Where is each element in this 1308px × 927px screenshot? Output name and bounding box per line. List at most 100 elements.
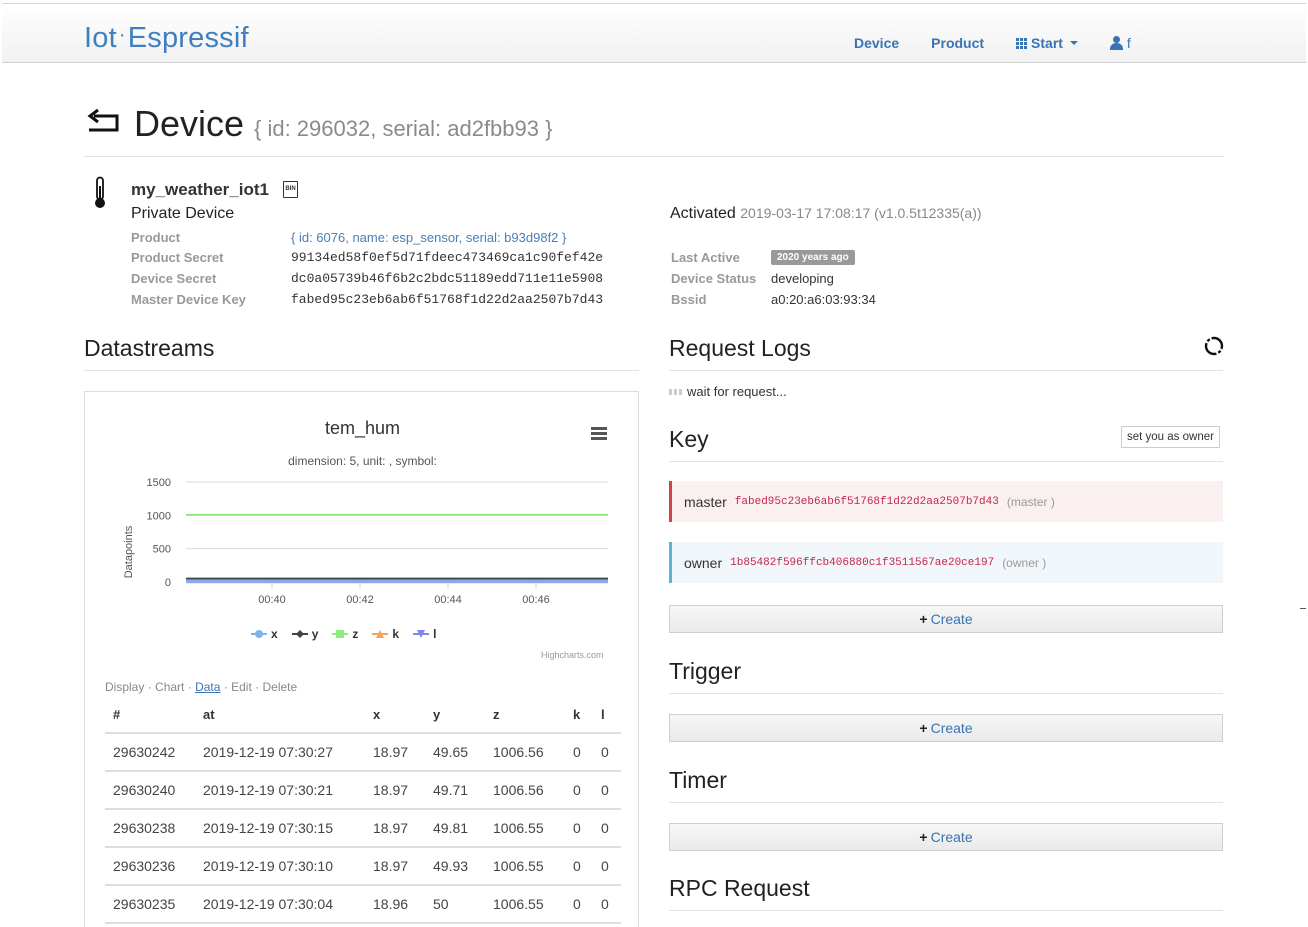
last-active-badge: 2020 years ago bbox=[771, 250, 855, 265]
legend-item-z[interactable]: z bbox=[332, 627, 358, 641]
col-header: k bbox=[565, 697, 593, 734]
product-label: Product bbox=[131, 230, 181, 245]
legend-label: x bbox=[271, 627, 278, 641]
bin-file-icon[interactable]: BIN bbox=[283, 181, 298, 198]
legend-label: y bbox=[311, 627, 319, 641]
tab-edit[interactable]: Edit bbox=[231, 680, 252, 694]
bssid-value: a0:20:a6:03:93:34 bbox=[771, 292, 876, 307]
table-row[interactable]: 29630240 2019-12-19 07:30:21 18.97 49.71 100… bbox=[105, 771, 621, 810]
table-cell: 1006.56 bbox=[485, 733, 565, 772]
table-cell: 0 bbox=[593, 847, 621, 886]
table-cell: 2019-12-19 07:30:04 bbox=[195, 885, 365, 924]
divider bbox=[84, 370, 639, 371]
table-row[interactable]: 29630235 2019-12-19 07:30:04 18.96 50 1006.5… bbox=[105, 885, 621, 924]
legend-item-x[interactable]: x bbox=[251, 627, 278, 641]
col-header: # bbox=[105, 697, 195, 734]
divider bbox=[669, 693, 1223, 694]
device-status-value: developing bbox=[771, 271, 834, 286]
nav-product-link[interactable]: Product bbox=[931, 35, 984, 51]
x-tick-label: 00:44 bbox=[434, 594, 462, 606]
chart-legend: x y z kl bbox=[251, 627, 436, 641]
tab-delete[interactable]: Delete bbox=[263, 680, 298, 694]
table-header-row: # at x y z k l bbox=[105, 697, 621, 734]
activated-info: Activated 2019-03-17 17:08:17 (v1.0.5t12… bbox=[670, 205, 982, 223]
y-tick-label: 1000 bbox=[147, 510, 171, 522]
thermometer-icon bbox=[95, 176, 105, 208]
legend-item-y[interactable]: y bbox=[291, 627, 319, 641]
table-cell: 2019-12-19 07:30:27 bbox=[195, 733, 365, 772]
create-key-button[interactable]: + Create bbox=[669, 605, 1223, 633]
table-cell: 18.97 bbox=[365, 733, 425, 772]
x-tick-label: 00:40 bbox=[258, 594, 286, 606]
table-cell: 0 bbox=[565, 771, 593, 810]
table-cell: 1006.55 bbox=[485, 809, 565, 848]
y-tick-label: 0 bbox=[165, 577, 171, 589]
tab-display[interactable]: Display bbox=[105, 680, 144, 694]
bssid-label: Bssid bbox=[671, 292, 707, 307]
owner-key-role: (owner ) bbox=[1002, 555, 1047, 570]
table-cell: 1006.55 bbox=[485, 885, 565, 924]
divider bbox=[669, 802, 1223, 803]
table-cell: 2019-12-19 07:30:10 bbox=[195, 847, 365, 886]
set-owner-button[interactable]: set you as owner bbox=[1121, 426, 1220, 448]
x-tick-label: 00:42 bbox=[346, 594, 374, 606]
brand-logo[interactable]: Iot ·Espressif bbox=[84, 22, 249, 55]
page-title: Device bbox=[134, 103, 245, 144]
tab-separator: · bbox=[223, 680, 228, 694]
table-row[interactable]: 29630238 2019-12-19 07:30:15 18.97 49.81 100… bbox=[105, 809, 621, 848]
highcharts-credit[interactable]: Highcharts.com bbox=[541, 650, 604, 660]
legend-item-k[interactable]: k bbox=[372, 627, 399, 641]
table-cell: 18.97 bbox=[365, 809, 425, 848]
page-subtitle: { id: 296032, serial: ad2fbb93 } bbox=[254, 116, 553, 141]
last-active-label: Last Active bbox=[671, 250, 740, 265]
divider bbox=[669, 910, 1223, 911]
create-timer-button[interactable]: + Create bbox=[669, 823, 1223, 851]
tab-separator: · bbox=[147, 680, 152, 694]
table-row[interactable]: 29630236 2019-12-19 07:30:10 18.97 49.93 100… bbox=[105, 847, 621, 886]
tab-separator: · bbox=[255, 680, 260, 694]
table-cell: 50 bbox=[425, 885, 485, 924]
col-header: z bbox=[485, 697, 565, 734]
trigger-heading: Trigger bbox=[669, 658, 741, 684]
create-label: Create bbox=[930, 720, 973, 736]
request-log-status: wait for request... bbox=[669, 384, 787, 399]
nav-device-link[interactable]: Device bbox=[854, 35, 899, 51]
device-status-label: Device Status bbox=[671, 271, 757, 286]
nav-user-name: f bbox=[1126, 35, 1131, 51]
table-cell: 49.93 bbox=[425, 847, 485, 886]
tab-chart[interactable]: Chart bbox=[155, 680, 184, 694]
legend-item-l[interactable]: l bbox=[413, 627, 436, 641]
product-link[interactable]: { id: 6076, name: esp_sensor, serial: b9… bbox=[291, 230, 566, 245]
activated-meta: 2019-03-17 17:08:17 (v1.0.5t12335(a)) bbox=[740, 205, 982, 221]
legend-label: k bbox=[392, 627, 400, 641]
nav-user-dropdown[interactable]: f bbox=[1109, 35, 1131, 51]
table-cell: 18.97 bbox=[365, 771, 425, 810]
create-trigger-button[interactable]: + Create bbox=[669, 714, 1223, 742]
bin-label: BIN bbox=[285, 186, 296, 192]
product-secret-value: 99134ed58f0ef5d71fdeec473469ca1c90fef42e bbox=[291, 250, 604, 265]
master-key-value: fabed95c23eb6ab6f51768f1d22d2aa2507b7d43 bbox=[291, 292, 604, 307]
device-name: my_weather_iot1 bbox=[131, 180, 269, 199]
plus-icon: + bbox=[919, 829, 928, 845]
back-arrow-icon[interactable] bbox=[86, 108, 122, 140]
nav-menu: Device Product Start f bbox=[854, 35, 1163, 51]
nav-start-dropdown[interactable]: Start bbox=[1016, 35, 1078, 51]
table-cell: 29630242 bbox=[105, 733, 195, 772]
master-key-role: (master ) bbox=[1006, 494, 1055, 509]
edge-mark bbox=[1300, 608, 1306, 609]
top-navbar: Iot ·Espressif Device Product Start f bbox=[2, 3, 1306, 63]
create-label: Create bbox=[930, 611, 973, 627]
divider bbox=[669, 370, 1223, 371]
table-cell: 1006.55 bbox=[485, 847, 565, 886]
table-cell: 29630236 bbox=[105, 847, 195, 886]
col-header: x bbox=[365, 697, 425, 734]
tab-data[interactable]: Data bbox=[195, 680, 220, 694]
device-type: Private Device bbox=[131, 205, 235, 222]
table-cell: 49.71 bbox=[425, 771, 485, 810]
tab-separator: · bbox=[187, 680, 192, 694]
refresh-icon[interactable] bbox=[1204, 336, 1224, 356]
legend-label: z bbox=[352, 627, 359, 641]
master-key-label: Master Device Key bbox=[131, 292, 246, 307]
wait-text: wait for request... bbox=[687, 384, 787, 399]
table-row[interactable]: 29630242 2019-12-19 07:30:27 18.97 49.65 100… bbox=[105, 733, 621, 772]
